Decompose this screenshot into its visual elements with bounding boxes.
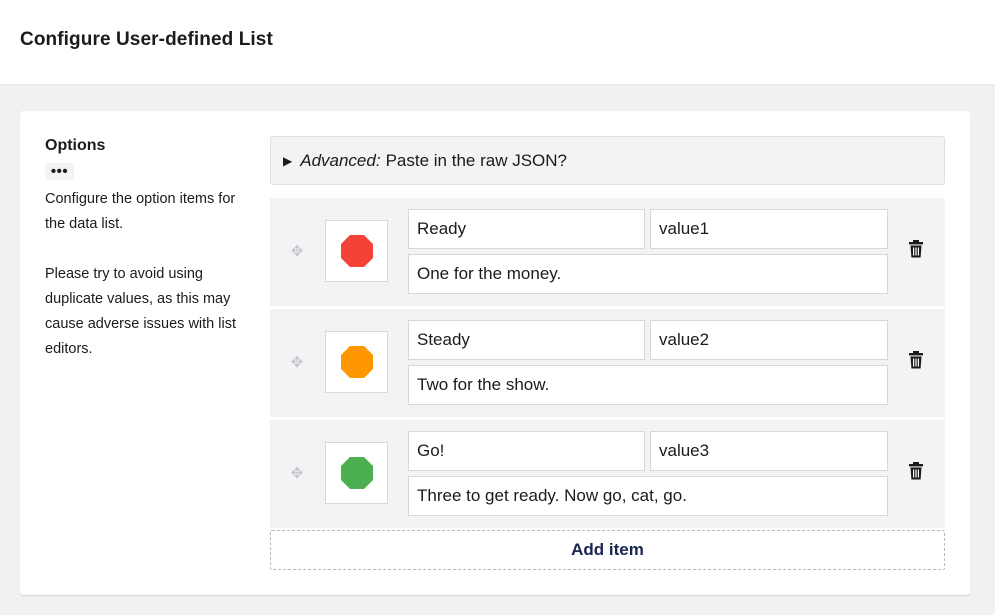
stop-octagon-icon <box>340 457 373 489</box>
options-warning-text: Please try to avoid using duplicate valu… <box>45 265 236 357</box>
item-value-input[interactable] <box>650 209 888 249</box>
item-value-input[interactable] <box>650 431 888 471</box>
list-item: ✥ <box>270 198 945 306</box>
trash-icon[interactable] <box>908 240 924 258</box>
drag-handle-icon[interactable]: ✥ <box>289 466 305 482</box>
options-description: Configure the option items for the data … <box>45 187 250 362</box>
color-swatch-button[interactable] <box>325 442 388 504</box>
item-name-input[interactable] <box>408 209 645 249</box>
list-item: ✥ <box>270 420 945 528</box>
trash-icon[interactable] <box>908 351 924 369</box>
advanced-json-toggle[interactable]: ▶ Advanced: Paste in the raw JSON? <box>270 136 945 185</box>
advanced-label: Advanced: <box>300 150 381 170</box>
page-header: Configure User-defined List <box>0 0 995 85</box>
item-name-input[interactable] <box>408 320 645 360</box>
stop-octagon-icon <box>340 346 373 378</box>
page-title: Configure User-defined List <box>20 29 273 50</box>
list-item: ✥ <box>270 309 945 417</box>
add-item-button[interactable]: Add item <box>270 530 945 570</box>
options-description-text: Configure the option items for the data … <box>45 190 236 232</box>
stop-octagon-icon <box>340 235 373 267</box>
drag-handle-icon[interactable]: ✥ <box>289 355 305 371</box>
item-value-input[interactable] <box>650 320 888 360</box>
options-label: Options <box>45 137 106 154</box>
drag-handle-icon[interactable]: ✥ <box>289 244 305 260</box>
item-description-input[interactable] <box>408 476 888 516</box>
item-description-input[interactable] <box>408 365 888 405</box>
trash-icon[interactable] <box>908 462 924 480</box>
color-swatch-button[interactable] <box>325 220 388 282</box>
configuration-panel: Options ••• Configure the option items f… <box>20 111 970 595</box>
options-sidebar: Options ••• Configure the option items f… <box>45 137 250 387</box>
expand-triangle-icon: ▶ <box>283 153 293 168</box>
advanced-text: Paste in the raw JSON? <box>385 150 567 170</box>
more-options-button[interactable]: ••• <box>45 163 74 180</box>
item-description-input[interactable] <box>408 254 888 294</box>
color-swatch-button[interactable] <box>325 331 388 393</box>
item-name-input[interactable] <box>408 431 645 471</box>
